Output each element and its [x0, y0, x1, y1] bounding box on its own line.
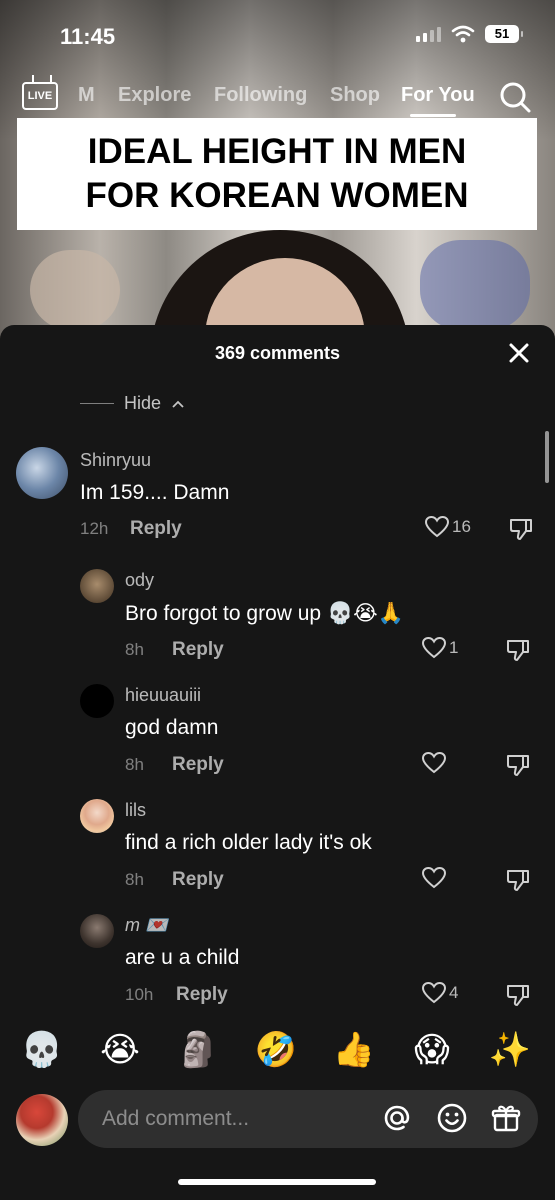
emoji-quick-bar: 💀 😭 🗿 🤣 👍 😱 ✨	[0, 1027, 555, 1073]
gift-icon[interactable]	[490, 1102, 522, 1134]
comment-time: 8h	[125, 640, 144, 659]
active-tab-indicator	[410, 114, 456, 117]
emoji-thumbs-up-button[interactable]: 👍	[331, 1027, 377, 1073]
chevron-up-icon	[172, 400, 184, 408]
reply-button[interactable]: Reply	[172, 869, 224, 891]
like-count: 16	[452, 517, 471, 536]
emoji-rofl-button[interactable]: 🤣	[253, 1027, 299, 1073]
emoji-sparkles-button[interactable]: ✨	[487, 1027, 533, 1073]
like-count: 4	[449, 983, 459, 1002]
comment-time: 10h	[125, 985, 154, 1004]
live-icon[interactable]: LIVE	[22, 82, 58, 110]
emoji-moai-button[interactable]: 🗿	[175, 1027, 221, 1073]
dislike-icon[interactable]	[505, 637, 531, 663]
avatar[interactable]	[80, 914, 114, 948]
reply-button[interactable]: Reply	[172, 754, 224, 776]
comment-username[interactable]: lils	[125, 800, 146, 821]
emoji-icon[interactable]	[436, 1102, 468, 1134]
dislike-icon[interactable]	[505, 867, 531, 893]
tab-following[interactable]: Following	[214, 84, 307, 107]
comment-text: Bro forgot to grow up 💀😭🙏	[125, 602, 404, 625]
comment-time: 8h	[125, 870, 144, 889]
wifi-icon	[451, 25, 475, 43]
reply-button[interactable]: Reply	[176, 984, 228, 1006]
reply-item: ody Bro forgot to grow up 💀😭🙏 8h Reply 1	[0, 567, 555, 677]
mention-icon[interactable]	[381, 1102, 413, 1134]
heart-icon	[421, 981, 447, 1004]
emoji-skull-button[interactable]: 💀	[19, 1027, 65, 1073]
caption-line-1: IDEAL HEIGHT IN MEN	[87, 132, 467, 171]
comment-time: 12h	[80, 519, 109, 538]
emoji-scream-button[interactable]: 😱	[409, 1027, 455, 1073]
avatar[interactable]	[16, 447, 68, 499]
background-shape	[30, 250, 120, 330]
avatar[interactable]	[80, 799, 114, 833]
reply-item: lils find a rich older lady it's ok 8h R…	[0, 797, 555, 907]
comment-text: are u a child	[125, 946, 240, 969]
like-button[interactable]: 16	[424, 515, 471, 539]
hide-label: Hide	[124, 393, 162, 413]
heart-icon	[424, 515, 450, 538]
cellular-signal-icon	[416, 26, 441, 42]
clock: 11:45	[60, 24, 116, 49]
like-button[interactable]	[421, 866, 447, 890]
video-caption: IDEAL HEIGHT IN MEN FOR KOREAN WOMEN	[17, 118, 537, 230]
top-nav: LIVE M Explore Following Shop For You	[0, 76, 555, 117]
tab-shop[interactable]: Shop	[330, 84, 380, 107]
tab-m[interactable]: M	[78, 84, 95, 107]
battery-indicator: 51	[485, 25, 523, 43]
comment-time: 8h	[125, 755, 144, 774]
reply-item: hieuuauiii god damn 8h Reply	[0, 682, 555, 792]
comment-username[interactable]: Shinryuu	[80, 450, 151, 471]
my-avatar	[16, 1094, 68, 1146]
comment-text: find a rich older lady it's ok	[125, 831, 372, 854]
emoji-crying-button[interactable]: 😭	[97, 1027, 143, 1073]
add-comment-input[interactable]: Add comment...	[78, 1090, 538, 1148]
close-icon[interactable]	[505, 339, 533, 367]
like-button[interactable]: 1	[421, 636, 458, 660]
comments-count-title: 369 comments	[214, 343, 341, 363]
like-button[interactable]	[421, 751, 447, 775]
comment-text: god damn	[125, 716, 219, 739]
heart-icon	[421, 751, 447, 774]
caption-line-2: FOR KOREAN WOMEN	[85, 176, 469, 215]
comment-username[interactable]: m 💌	[125, 915, 167, 936]
tab-for-you[interactable]: For You	[401, 84, 475, 107]
avatar[interactable]	[80, 569, 114, 603]
search-icon[interactable]	[498, 80, 532, 114]
hide-replies-button[interactable]: Hide	[80, 393, 185, 414]
reply-button[interactable]: Reply	[130, 518, 182, 540]
tab-explore[interactable]: Explore	[118, 84, 191, 107]
status-bar: 11:45 51	[0, 0, 555, 70]
status-icons: 51	[416, 25, 523, 43]
heart-icon	[421, 636, 447, 659]
comment-item: Shinryuu Im 159.... Damn 12h Reply 16	[0, 445, 555, 555]
background-shape	[420, 240, 530, 330]
avatar[interactable]	[80, 684, 114, 718]
like-button[interactable]: 4	[421, 981, 458, 1005]
like-count: 1	[449, 638, 459, 657]
comment-username[interactable]: ody	[125, 570, 154, 591]
comment-username[interactable]: hieuuauiii	[125, 685, 201, 706]
divider	[80, 403, 114, 404]
dislike-icon[interactable]	[508, 516, 534, 542]
dislike-icon[interactable]	[505, 982, 531, 1008]
heart-icon	[421, 866, 447, 889]
reply-item: m 💌 are u a child 10h Reply 4	[0, 912, 555, 1022]
home-indicator[interactable]	[178, 1179, 376, 1185]
comment-text: Im 159.... Damn	[80, 481, 230, 504]
dislike-icon[interactable]	[505, 752, 531, 778]
reply-button[interactable]: Reply	[172, 639, 224, 661]
